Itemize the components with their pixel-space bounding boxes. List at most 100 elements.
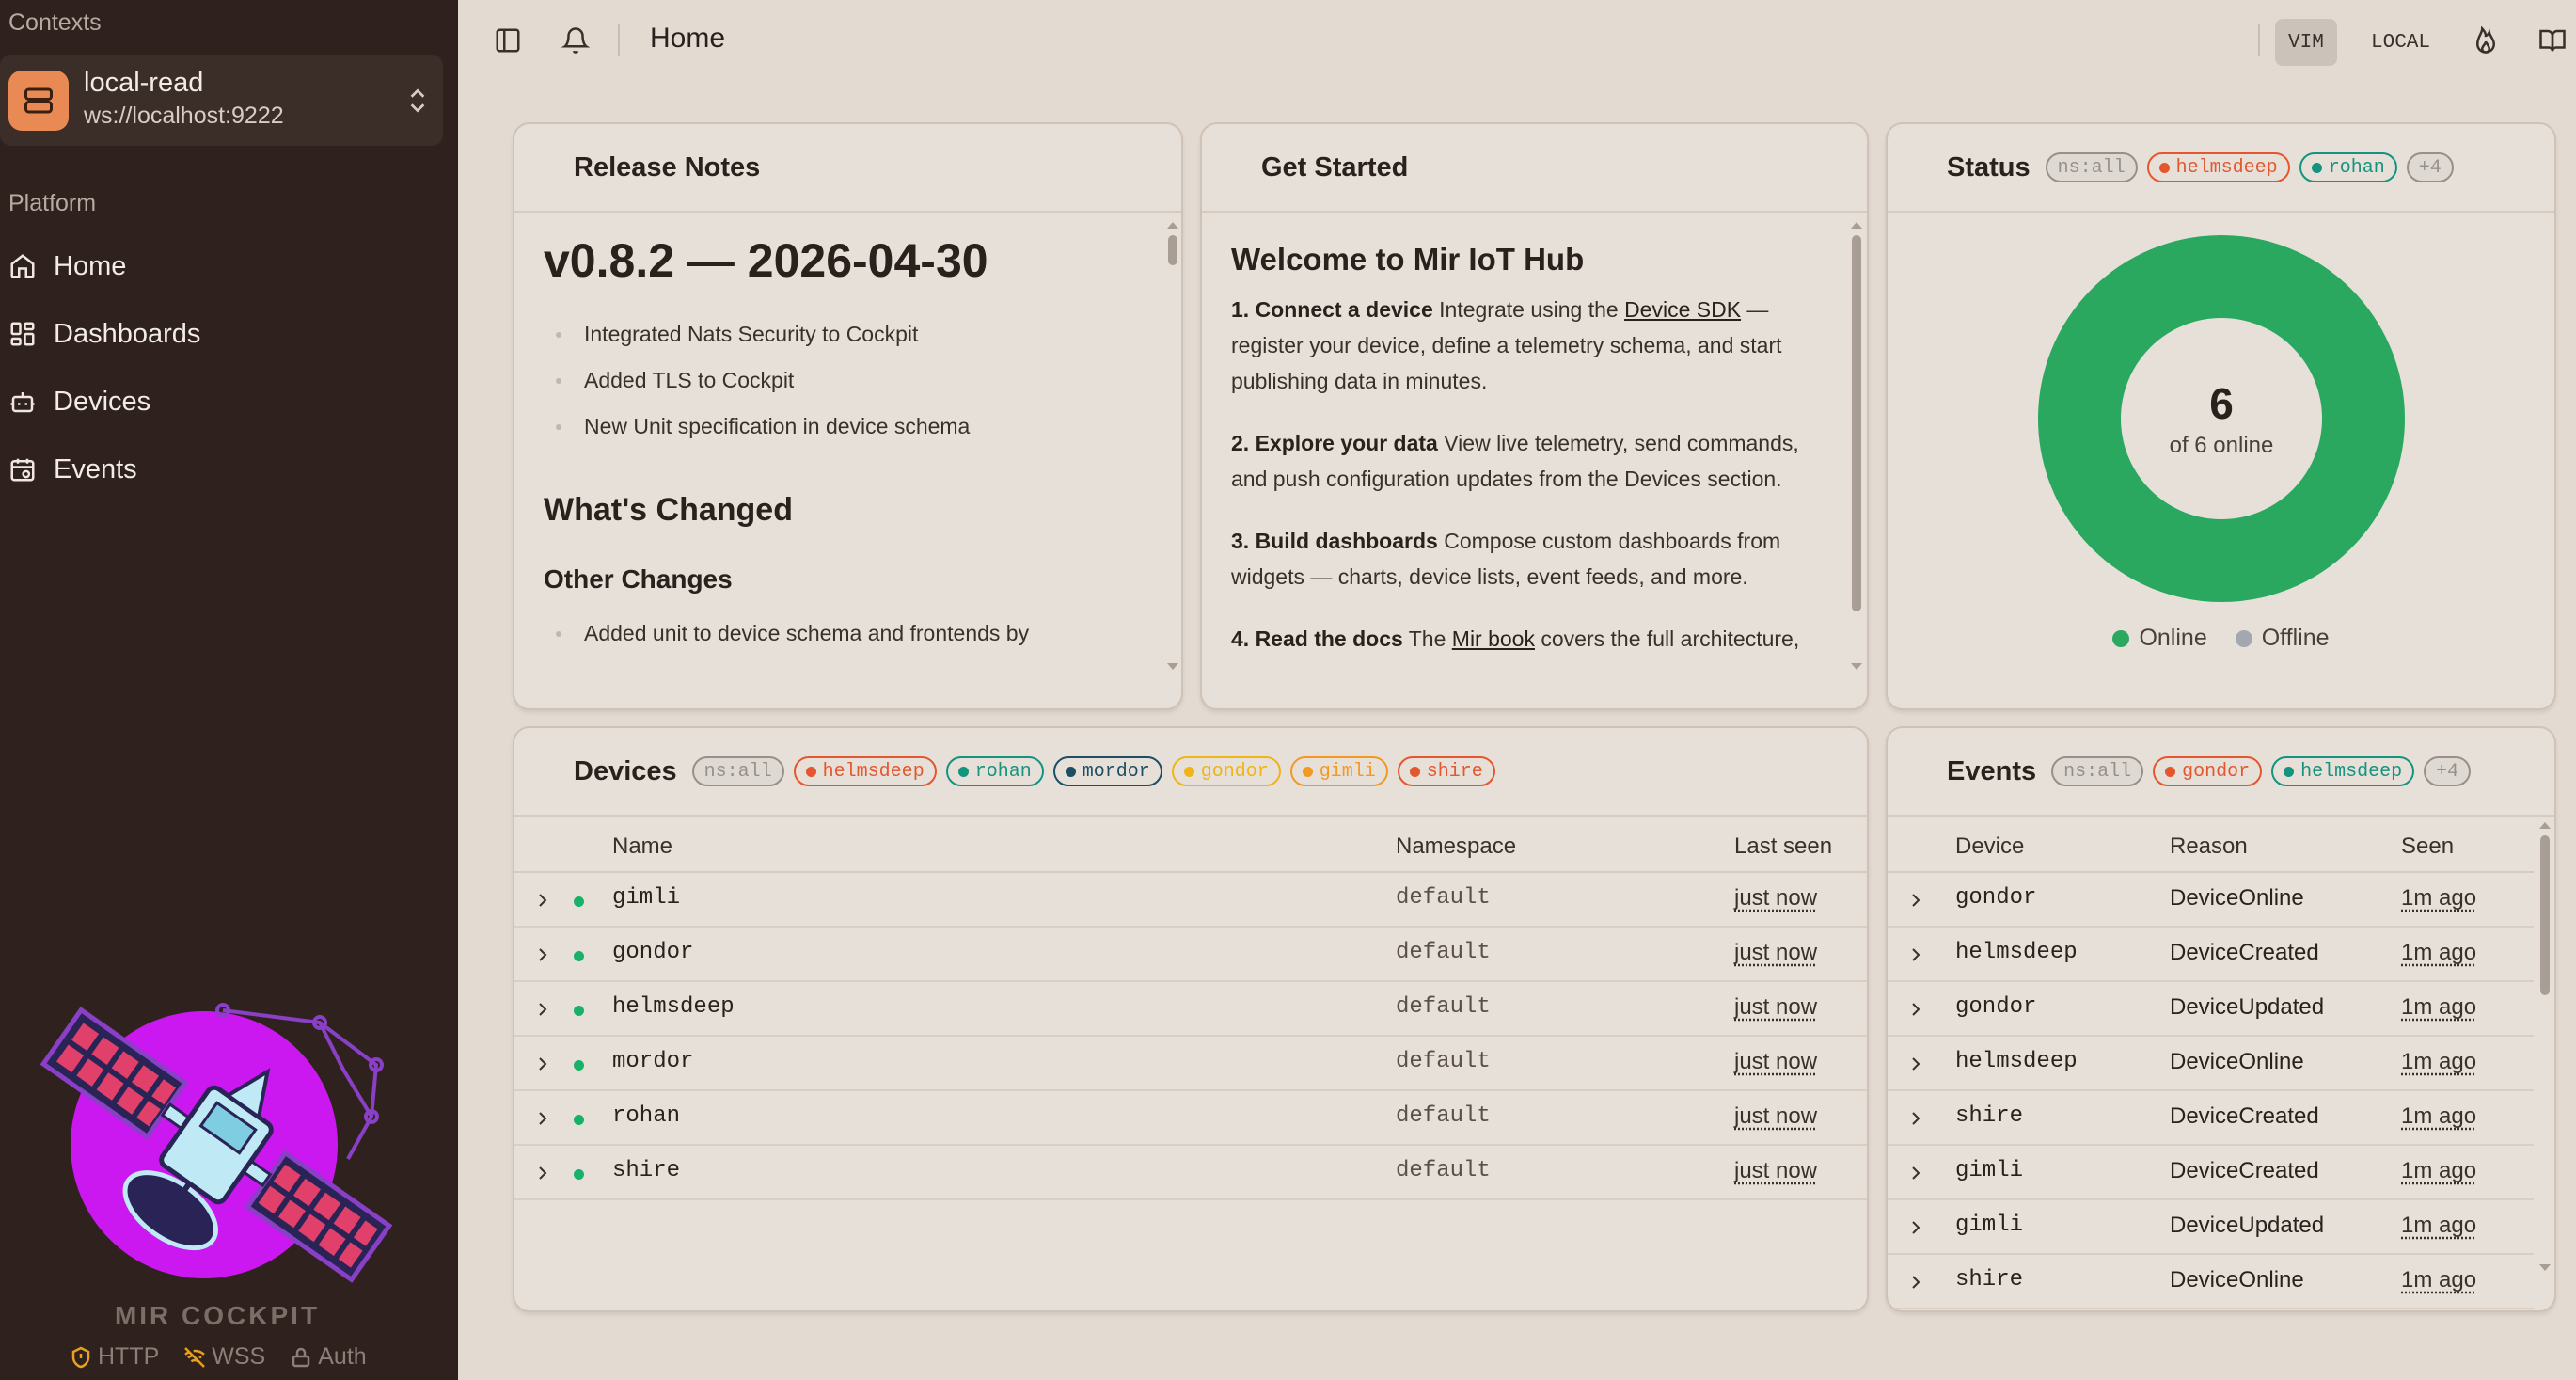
scroll-down-arrow[interactable]	[1167, 663, 1178, 670]
table-row[interactable]: shire default just now	[514, 1146, 1867, 1200]
namespace-badge[interactable]: gondor	[1171, 756, 1281, 786]
chevron-right-icon[interactable]	[533, 945, 552, 964]
device-name[interactable]: gondor	[612, 940, 693, 965]
chevron-right-icon[interactable]	[1906, 1055, 1925, 1073]
column-header-reason[interactable]: Reason	[2170, 833, 2248, 860]
chevron-right-icon[interactable]	[1906, 1273, 1925, 1292]
scrollbar[interactable]	[2540, 835, 2550, 995]
scroll-up-arrow[interactable]	[1851, 222, 1862, 229]
column-header-last-seen[interactable]: Last seen	[1734, 833, 1832, 860]
badge-dot	[1409, 766, 1420, 777]
sidebar-item-dashboards[interactable]: Dashboards	[8, 310, 200, 357]
vim-mode-button[interactable]: VIM	[2275, 19, 2337, 66]
mir-book-link[interactable]: Mir book	[1452, 627, 1535, 651]
chevron-right-icon[interactable]	[533, 891, 552, 910]
event-device[interactable]: gimli	[1955, 1213, 2023, 1238]
namespace-badge[interactable]: rohan	[945, 756, 1044, 786]
chevron-right-icon[interactable]	[1906, 945, 1925, 964]
topbar: Home VIM LOCAL	[458, 0, 2576, 81]
scroll-up-arrow[interactable]	[1167, 222, 1178, 229]
scroll-down-arrow[interactable]	[2539, 1264, 2551, 1271]
legend-online[interactable]: Online	[2112, 625, 2207, 652]
chevron-right-icon[interactable]	[1906, 1218, 1925, 1237]
device-last-seen: just now	[1734, 1049, 1818, 1074]
namespace-badge[interactable]: mordor	[1052, 756, 1162, 786]
event-device[interactable]: shire	[1955, 1267, 2023, 1293]
table-row[interactable]: helmsdeep DeviceCreated 1m ago	[1888, 928, 2534, 982]
table-row[interactable]: shire DeviceCreated 1m ago	[1888, 1091, 2534, 1146]
sidebar-item-home[interactable]: Home	[8, 243, 126, 290]
namespace-badge[interactable]: +4	[2406, 152, 2454, 182]
event-device[interactable]: gimli	[1955, 1158, 2023, 1183]
namespace-badge[interactable]: helmsdeep	[793, 756, 937, 786]
scrollbar[interactable]	[1852, 235, 1861, 611]
device-name[interactable]: helmsdeep	[612, 994, 735, 1020]
context-url: ws://localhost:9222	[84, 103, 284, 129]
theme-button[interactable]	[2468, 23, 2504, 58]
scroll-down-arrow[interactable]	[1851, 663, 1862, 670]
column-header-seen[interactable]: Seen	[2401, 833, 2454, 860]
namespace-badge[interactable]: ns:all	[2051, 756, 2144, 786]
table-row[interactable]: helmsdeep DeviceOnline 1m ago	[1888, 1037, 2534, 1091]
namespace-badge[interactable]: ns:all	[2045, 152, 2138, 182]
sidebar-item-events[interactable]: Events	[8, 446, 137, 493]
namespace-badge[interactable]: helmsdeep	[2271, 756, 2415, 786]
column-header-name[interactable]: Name	[612, 833, 672, 860]
device-sdk-link[interactable]: Device SDK	[1624, 297, 1741, 322]
donut-center: 6 of 6 online	[2038, 235, 2405, 602]
namespace-badge[interactable]: +4	[2424, 756, 2472, 786]
table-row[interactable]: gimli default just now	[514, 873, 1867, 928]
list-item: New Unit specification in device schema	[556, 414, 1144, 439]
namespace-badge[interactable]: gimli	[1289, 756, 1388, 786]
table-row[interactable]: gondor DeviceUpdated 1m ago	[1888, 982, 2534, 1037]
table-row[interactable]: gondor DeviceOnline 1m ago	[1888, 873, 2534, 928]
table-row[interactable]: rohan default just now	[514, 1091, 1867, 1146]
chevron-right-icon[interactable]	[533, 1109, 552, 1128]
chevron-right-icon[interactable]	[533, 1055, 552, 1073]
column-header-device[interactable]: Device	[1955, 833, 2024, 860]
chevron-right-icon[interactable]	[1906, 1164, 1925, 1182]
table-row[interactable]: gimli DeviceUpdated 1m ago	[1888, 1200, 2534, 1255]
event-device[interactable]: helmsdeep	[1955, 1049, 2078, 1074]
event-device[interactable]: helmsdeep	[1955, 940, 2078, 965]
table-row[interactable]: gondor default just now	[514, 928, 1867, 982]
chevron-right-icon[interactable]	[533, 1000, 552, 1019]
namespace-badge[interactable]: shire	[1397, 756, 1495, 786]
device-name[interactable]: gimli	[612, 885, 680, 911]
table-row[interactable]: shire DeviceOnline 1m ago	[1888, 1255, 2534, 1309]
legend-swatch	[2112, 629, 2130, 647]
scrollbar[interactable]	[1168, 235, 1177, 265]
topbar-divider	[618, 24, 620, 56]
context-switcher[interactable]: local-read ws://localhost:9222	[0, 55, 443, 146]
chevron-right-icon[interactable]	[1906, 1000, 1925, 1019]
scroll-up-arrow[interactable]	[2539, 822, 2551, 829]
docs-button[interactable]	[2535, 23, 2570, 58]
event-device[interactable]: gondor	[1955, 885, 2036, 911]
toggle-sidebar-button[interactable]	[490, 23, 526, 58]
panel-header: Status ns:all helmsdeep rohan +4	[1888, 124, 2554, 213]
chevron-right-icon[interactable]	[533, 1164, 552, 1182]
table-row[interactable]: helmsdeep default just now	[514, 982, 1867, 1037]
sidebar-item-devices[interactable]: Devices	[8, 378, 150, 425]
namespace-badge[interactable]: helmsdeep	[2146, 152, 2290, 182]
wifi-off-icon	[184, 1346, 206, 1368]
column-header-namespace[interactable]: Namespace	[1396, 833, 1516, 860]
notifications-button[interactable]	[558, 23, 593, 58]
status-legend: Online Offline	[1888, 625, 2554, 652]
event-device[interactable]: shire	[1955, 1103, 2023, 1129]
namespace-badge[interactable]: gondor	[2153, 756, 2263, 786]
namespace-badge[interactable]: ns:all	[691, 756, 784, 786]
chevron-right-icon[interactable]	[1906, 891, 1925, 910]
table-row[interactable]: mordor default just now	[514, 1037, 1867, 1091]
device-name[interactable]: mordor	[612, 1049, 693, 1074]
chevron-right-icon[interactable]	[1906, 1109, 1925, 1128]
device-name[interactable]: rohan	[612, 1103, 680, 1129]
local-time-button[interactable]: LOCAL	[2358, 19, 2443, 66]
legend-offline[interactable]: Offline	[2235, 625, 2330, 652]
device-name[interactable]: shire	[612, 1158, 680, 1183]
table-row[interactable]: gimli DeviceCreated 1m ago	[1888, 1146, 2534, 1200]
sidebar-toggle-icon	[496, 28, 520, 53]
table-header: Device Reason Seen	[1888, 818, 2534, 873]
event-device[interactable]: gondor	[1955, 994, 2036, 1020]
namespace-badge[interactable]: rohan	[2299, 152, 2397, 182]
